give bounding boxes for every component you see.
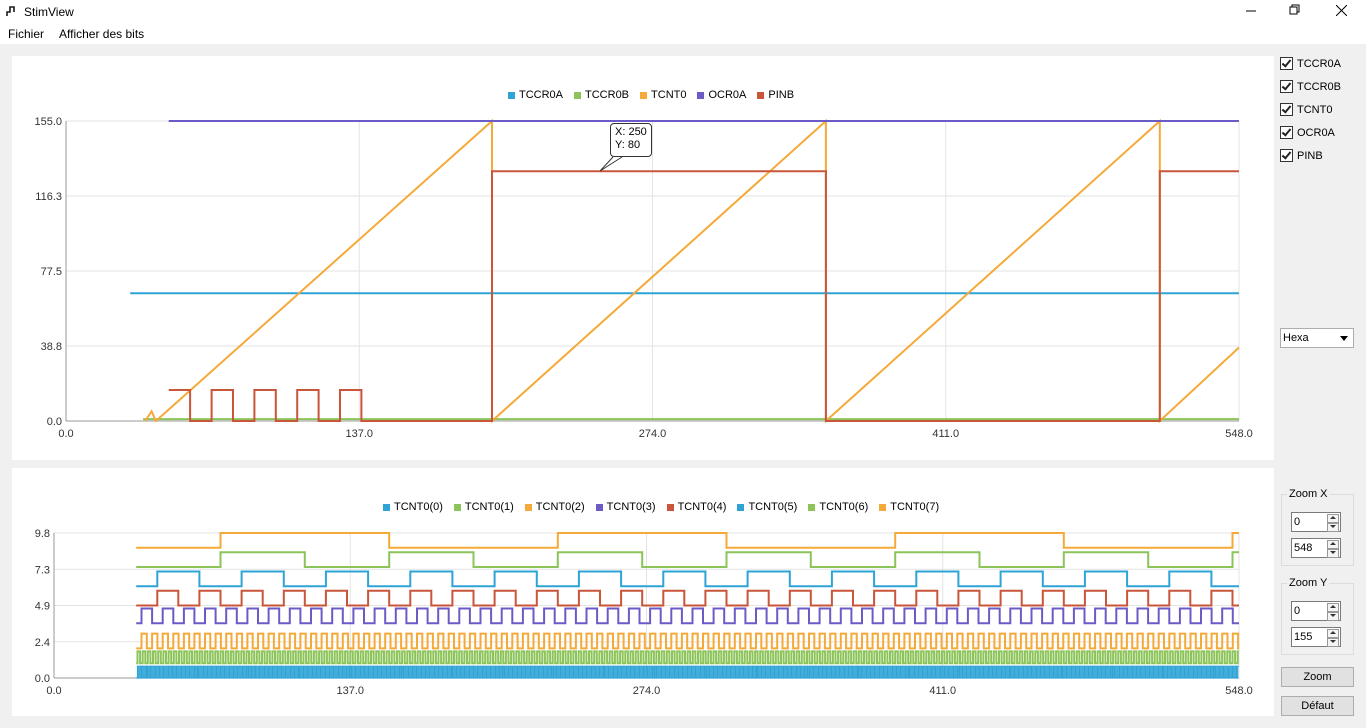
bottom-legend-item: TCNT0(6) (808, 501, 868, 513)
legend-swatch (595, 503, 603, 511)
bottom-legend-item: TCNT0(1) (453, 501, 514, 513)
legend-swatch (737, 503, 745, 511)
spin-down-icon[interactable] (1327, 523, 1339, 532)
chevron-down-icon (1340, 336, 1348, 341)
top-x-tick-label: 274.0 (639, 428, 667, 440)
zoom-y-max-input[interactable]: 155 (1291, 627, 1341, 647)
chart-tooltip: X: 250 Y: 80 (610, 123, 652, 157)
bottom-chart-legend: TCNT0(0) TCNT0(1) TCNT0(2) TCNT0(3) TCNT0(4)… (383, 501, 950, 513)
tooltip-y: Y: 80 (615, 139, 641, 151)
top-y-tick-label: 155.0 (34, 116, 62, 128)
legend-swatch (453, 503, 461, 511)
bottom-legend-item: TCNT0(2) (524, 501, 585, 513)
checkbox-tccr0b[interactable]: TCCR0B (1280, 80, 1341, 93)
legend-label: TCNT0(5) (748, 501, 798, 513)
zoom-button[interactable]: Zoom (1281, 667, 1354, 687)
top-y-tick-label: 116.3 (35, 191, 62, 203)
legend-label: TCNT0(1) (464, 501, 514, 513)
top-x-tick-label: 0.0 (58, 428, 73, 440)
legend-label: TCNT0(0) (394, 501, 443, 513)
top-x-tick-label: 137.0 (345, 428, 373, 440)
legend-label: TCNT0(7) (890, 501, 940, 513)
top-x-tick-label: 548.0 (1225, 428, 1253, 440)
top-x-tick-label: 411.0 (932, 428, 959, 440)
default-button[interactable]: Défaut (1281, 696, 1354, 716)
spin-up-icon[interactable] (1327, 540, 1339, 549)
checkbox-tccr0a[interactable]: TCCR0A (1280, 57, 1341, 70)
zoom-x-min-value: 0 (1294, 516, 1301, 528)
checkbox-box[interactable] (1280, 57, 1293, 70)
tooltip-pointer (599, 156, 623, 172)
checkbox-label: TCNT0 (1297, 103, 1333, 116)
bottom-legend-item: TCNT0(5) (737, 501, 797, 513)
spin-down-icon[interactable] (1327, 612, 1339, 621)
zoom-x-min-input[interactable]: 0 (1291, 512, 1341, 532)
checkbox-label: OCR0A (1297, 126, 1335, 139)
checkbox-box[interactable] (1280, 149, 1293, 162)
zoom-y-title: Zoom Y (1287, 577, 1330, 589)
legend-swatch (383, 503, 390, 511)
legend-swatch (808, 503, 816, 511)
checkbox-box[interactable] (1280, 126, 1293, 139)
bottom-legend-item: TCNT0(7) (879, 501, 939, 513)
checkbox-ocr0a[interactable]: OCR0A (1280, 126, 1335, 139)
checkbox-box[interactable] (1280, 103, 1293, 116)
zoom-x-title: Zoom X (1287, 488, 1330, 500)
zoom-y-min-value: 0 (1294, 605, 1301, 617)
legend-swatch (524, 503, 532, 511)
spin-up-icon[interactable] (1327, 603, 1339, 612)
spin-down-icon[interactable] (1327, 549, 1339, 558)
bottom-legend-item: TCNT0(0) (383, 501, 443, 513)
bottom-legend-item: TCNT0(4) (666, 501, 727, 513)
top-series-pinb (168, 170, 1239, 422)
spin-up-icon[interactable] (1327, 514, 1339, 523)
top-y-tick-label: 77.5 (41, 266, 62, 278)
checkbox-box[interactable] (1280, 80, 1293, 93)
legend-label: TCNT0(3) (606, 501, 656, 513)
tooltip-x: X: 250 (615, 126, 647, 138)
zoom-x-max-input[interactable]: 548 (1291, 538, 1341, 558)
format-select-value: Hexa (1283, 332, 1309, 344)
format-select[interactable]: Hexa (1280, 328, 1354, 348)
legend-label: TCNT0(2) (535, 501, 585, 513)
top-y-tick-label: 38.8 (41, 341, 62, 353)
checkbox-label: TCCR0B (1297, 80, 1342, 93)
legend-label: TCNT0(4) (677, 501, 727, 513)
zoom-y-min-input[interactable]: 0 (1291, 601, 1341, 621)
checkbox-tcnt0[interactable]: TCNT0 (1280, 103, 1332, 116)
spin-up-icon[interactable] (1327, 629, 1339, 638)
checkbox-label: TCCR0A (1297, 57, 1342, 70)
zoom-x-max-value: 548 (1294, 542, 1313, 554)
checkbox-label: PINB (1297, 149, 1323, 162)
spin-down-icon[interactable] (1327, 638, 1339, 647)
checkbox-pinb[interactable]: PINB (1280, 149, 1323, 162)
zoom-y-max-value: 155 (1294, 631, 1313, 643)
legend-swatch (666, 503, 674, 511)
legend-swatch (879, 503, 887, 511)
bottom-legend-item: TCNT0(3) (595, 501, 656, 513)
legend-label: TCNT0(6) (819, 501, 869, 513)
top-y-tick-label: 0.0 (47, 416, 62, 428)
